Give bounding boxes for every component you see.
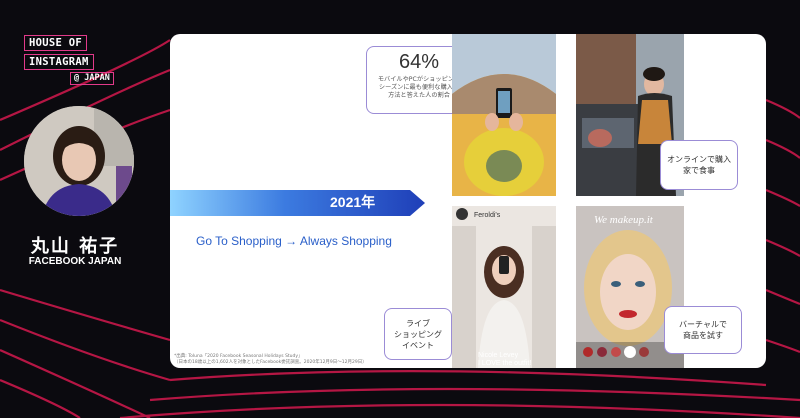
callout-line: 商品を試す — [682, 331, 723, 340]
speaker-organization: FACEBOOK JAPAN — [28, 256, 122, 267]
speaker-avatar — [24, 106, 134, 216]
logo-line-1: HOUSE OF — [24, 35, 87, 51]
comment-user: Nicole Levey — [478, 352, 519, 359]
callout-line: オンラインで購入 — [667, 155, 731, 164]
callout-online-purchase: オンラインで購入 家で食事 — [660, 140, 738, 190]
photo-live-shopping: Feroldi's Nicole Levey I LOVE the outfit… — [452, 206, 556, 368]
callout-line: ライブ — [406, 318, 430, 328]
callout-line: バーチャルで — [679, 320, 727, 329]
live-comment: Nicole Levey I LOVE the outfit! — [478, 352, 531, 368]
logo-line-3: @ JAPAN — [70, 72, 114, 85]
callout-line: 家で食事 — [683, 166, 715, 175]
callout-line: ショッピング — [394, 329, 442, 339]
presentation-slide: 64% モバイルやPCがショッピング シーズンに最も便利な購入の 方法と答えた人… — [170, 34, 766, 368]
slide-caption: Go To Shopping → Always Shopping — [196, 234, 392, 248]
photo-phone-camping — [452, 34, 556, 196]
logo-line-2: INSTAGRAM — [24, 54, 94, 70]
callout-live-shopping: ライブ ショッピング イベント — [384, 308, 452, 360]
live-shop-brand: Feroldi's — [474, 212, 501, 219]
makeup-brand: We makeup.it — [594, 214, 653, 226]
speaker-name: 丸山 祐子 — [30, 236, 120, 257]
callout-line: イベント — [402, 340, 434, 350]
year-label: 2021年 — [330, 194, 376, 210]
year-arrow-banner — [170, 190, 425, 216]
comment-text: I LOVE the outfit! — [478, 360, 532, 367]
callout-virtual-try: バーチャルで 商品を試す — [664, 306, 742, 354]
house-of-instagram-logo: HOUSE OF INSTAGRAM @ JAPAN — [24, 32, 116, 88]
footnote-line: （日本の18歳以上の1,602人を対象としたFacebook委託調査。2020年… — [174, 360, 367, 365]
